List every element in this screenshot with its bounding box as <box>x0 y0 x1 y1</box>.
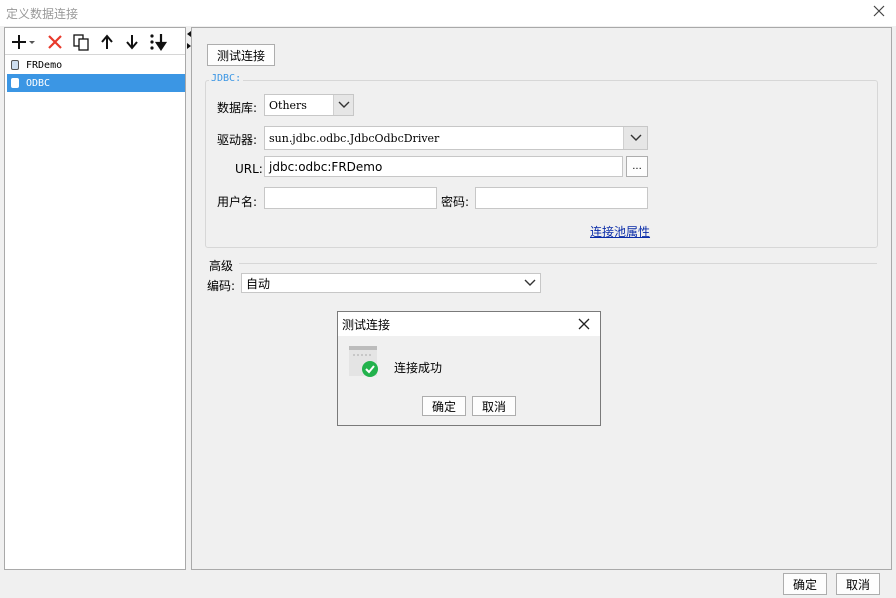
database-value: Others <box>269 98 307 112</box>
connection-item-frdemo[interactable]: FRDemo <box>7 56 185 74</box>
chevron-down-icon[interactable] <box>333 95 353 115</box>
ok-button[interactable]: 确定 <box>783 573 827 595</box>
list-toolbar <box>5 28 185 55</box>
url-input[interactable]: jdbc:odbc:FRDemo <box>264 156 623 177</box>
delete-x-icon[interactable] <box>45 32 65 52</box>
copy-icon[interactable] <box>71 32 91 52</box>
password-input[interactable] <box>475 187 648 209</box>
chevron-down-icon[interactable] <box>623 127 647 149</box>
arrow-down-icon[interactable] <box>122 32 142 52</box>
connection-label: FRDemo <box>26 59 63 71</box>
success-check-icon <box>349 346 381 378</box>
test-connection-button[interactable]: 测试连接 <box>207 44 275 66</box>
advanced-title: 高级 <box>209 259 234 273</box>
database-icon <box>11 60 19 70</box>
browse-button[interactable]: ... <box>626 156 648 177</box>
title-bar: 定义数据连接 <box>0 0 896 26</box>
username-input[interactable] <box>264 187 437 209</box>
close-icon[interactable] <box>871 3 887 19</box>
username-label: 用户名: <box>217 195 258 209</box>
window-title: 定义数据连接 <box>6 7 79 21</box>
encoding-value: 自动 <box>246 276 271 291</box>
footer-bar: 确定 取消 <box>0 570 896 598</box>
cancel-button[interactable]: 取消 <box>836 573 880 595</box>
connection-item-odbc[interactable]: ODBC <box>7 74 185 92</box>
database-icon <box>11 78 19 88</box>
advanced-divider <box>239 263 877 264</box>
connection-pool-link[interactable]: 连接池属性 <box>590 223 650 240</box>
jdbc-group-title: JDBC: <box>209 73 244 84</box>
encoding-label: 编码: <box>207 279 236 293</box>
arrow-up-icon[interactable] <box>97 32 117 52</box>
driver-select[interactable]: sun.jdbc.odbc.JdbcOdbcDriver <box>264 126 648 150</box>
sort-icon[interactable] <box>148 32 168 52</box>
connection-label: ODBC <box>26 77 51 89</box>
dialog-title-bar: 测试连接 <box>338 312 600 336</box>
url-value: jdbc:odbc:FRDemo <box>269 159 383 174</box>
database-select[interactable]: Others <box>264 94 354 116</box>
driver-label: 驱动器: <box>217 133 258 147</box>
password-label: 密码: <box>441 195 470 209</box>
url-label: URL: <box>235 162 263 176</box>
test-connection-dialog: 测试连接 连接成功 确定 取消 <box>337 311 601 426</box>
close-icon[interactable] <box>576 316 592 332</box>
chevron-down-icon[interactable] <box>520 274 540 292</box>
connection-list-panel: FRDemo ODBC <box>4 27 186 570</box>
plus-icon[interactable] <box>11 32 37 52</box>
dialog-message: 连接成功 <box>394 361 443 375</box>
database-label: 数据库: <box>217 101 258 115</box>
encoding-select[interactable]: 自动 <box>241 273 541 293</box>
driver-value: sun.jdbc.odbc.JdbcOdbcDriver <box>269 131 440 145</box>
dialog-cancel-button[interactable]: 取消 <box>472 396 516 416</box>
dialog-title: 测试连接 <box>342 318 391 332</box>
dialog-ok-button[interactable]: 确定 <box>422 396 466 416</box>
